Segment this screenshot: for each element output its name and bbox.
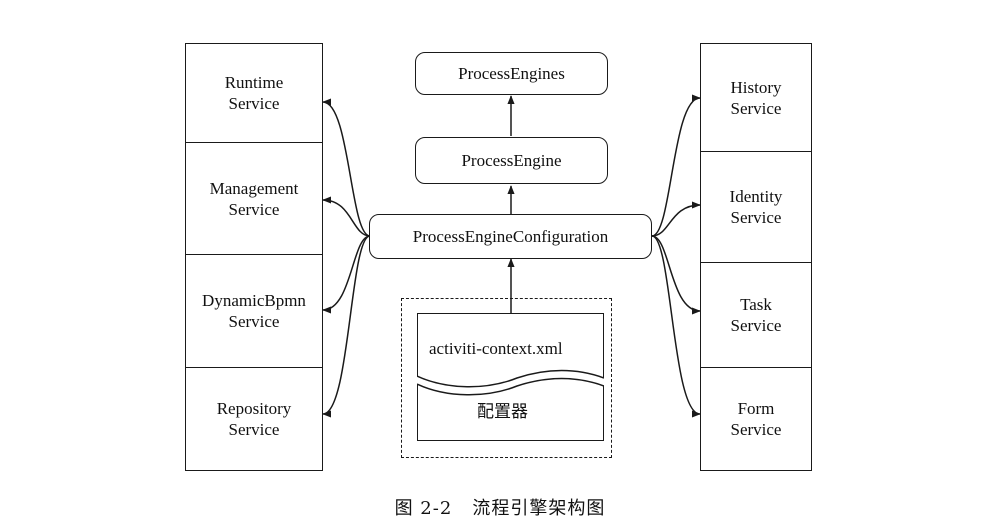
arrow-config-to-runtime [322,98,371,237]
repository-service-box: Repository Service [185,367,323,471]
arrow-config-to-form [651,235,701,418]
process-engine-box: ProcessEngine [415,137,608,184]
arrow-config-to-identity [651,201,701,237]
arrow-config-to-management [322,196,371,237]
runtime-service-box: Runtime Service [185,43,323,143]
dynamicbpmn-service-box: DynamicBpmn Service [185,254,323,368]
history-service-box: History Service [700,43,812,152]
identity-service-box: Identity Service [700,151,812,263]
arrow-config-to-repository [322,235,371,418]
form-service-box: Form Service [700,367,812,471]
process-engines-box: ProcessEngines [415,52,608,95]
arrow-config-to-task [651,235,701,315]
torn-edge-separator [417,369,604,396]
figure-caption: 图 2-2 流程引擎架构图 [394,498,606,519]
process-engine-configuration-box: ProcessEngineConfiguration [369,214,652,259]
configurator-label: 配置器 [477,402,528,422]
arrow-config-to-history [651,94,701,237]
arrow-config-to-dynamicbpmn [322,235,371,314]
task-service-box: Task Service [700,262,812,368]
management-service-box: Management Service [185,142,323,255]
activiti-context-xml-label: activiti-context.xml [429,339,563,358]
